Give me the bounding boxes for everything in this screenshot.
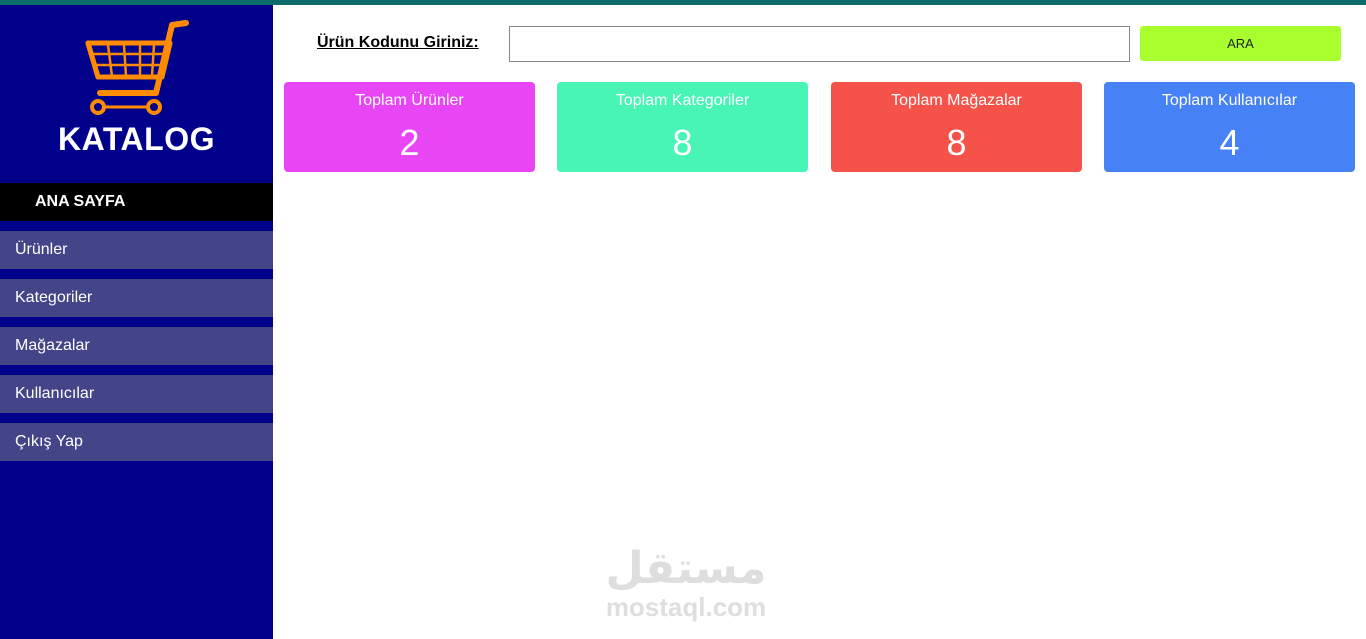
stat-card-categories: Toplam Kategoriler 8: [557, 82, 808, 172]
stat-value: 8: [946, 122, 967, 163]
sidebar-item-logout[interactable]: Çıkış Yap: [0, 423, 273, 461]
watermark-latin: mostaql.com: [605, 592, 767, 622]
sidebar-nav: Ürünler Kategoriler Mağazalar Kullanıcıl…: [0, 231, 273, 471]
stat-label: Toplam Ürünler: [355, 92, 464, 109]
watermark: مستقل mostaql.com: [601, 544, 771, 622]
stat-card-products: Toplam Ürünler 2: [284, 82, 535, 172]
main-content: Ürün Kodunu Giriniz: ARA Toplam Ürünler …: [273, 5, 1366, 639]
app-title: KATALOG: [58, 121, 215, 157]
sidebar-item-users[interactable]: Kullanıcılar: [0, 375, 273, 413]
stat-value: 2: [399, 122, 420, 163]
sidebar: KATALOG ANA SAYFA Ürünler Kategoriler Ma…: [0, 5, 273, 639]
stat-card-users: Toplam Kullanıcılar 4: [1104, 82, 1355, 172]
stat-label: Toplam Kategoriler: [615, 92, 750, 109]
stat-value: 4: [1219, 122, 1240, 163]
watermark-arabic: مستقل: [605, 544, 767, 593]
product-code-input[interactable]: [509, 26, 1130, 62]
shopping-cart-icon: [85, 20, 189, 115]
sidebar-item-categories[interactable]: Kategoriler: [0, 279, 273, 317]
search-label: Ürün Kodunu Giriniz:: [317, 34, 479, 51]
stat-value: 8: [672, 122, 693, 163]
nav-home[interactable]: ANA SAYFA: [0, 183, 273, 221]
sidebar-item-stores[interactable]: Mağazalar: [0, 327, 273, 365]
logo: KATALOG: [0, 5, 273, 183]
sidebar-item-products[interactable]: Ürünler: [0, 231, 273, 269]
stat-label: Toplam Mağazalar: [891, 92, 1022, 109]
search-button[interactable]: ARA: [1140, 26, 1341, 61]
stat-label: Toplam Kullanıcılar: [1161, 92, 1298, 109]
stat-card-stores: Toplam Mağazalar 8: [831, 82, 1082, 172]
